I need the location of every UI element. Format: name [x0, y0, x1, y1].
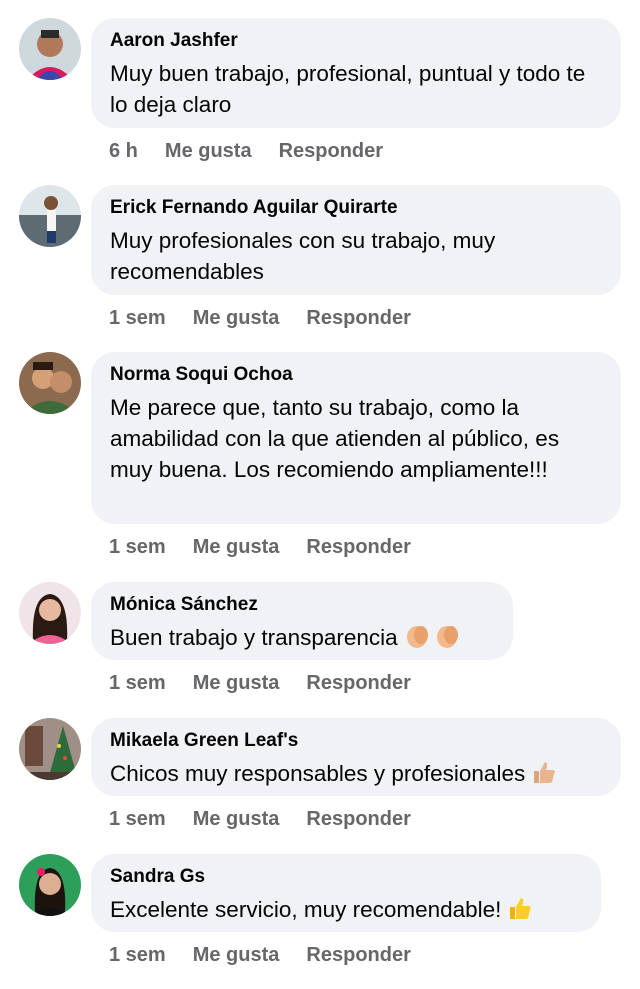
- reply-button[interactable]: Responder: [306, 307, 410, 329]
- comment-bubble: Norma Soqui Ochoa Me parece que, tanto s…: [91, 352, 621, 524]
- comment-actions: 1 sem Me gusta Responder: [109, 307, 438, 330]
- comment-text: Excelente servicio, muy recomendable!: [110, 894, 583, 929]
- comment-actions: 6 h Me gusta Responder: [109, 140, 410, 163]
- comment-text-content: Excelente servicio, muy recomendable!: [110, 897, 502, 922]
- like-button[interactable]: Me gusta: [193, 944, 280, 966]
- comment-text: Buen trabajo y transparencia: [110, 622, 495, 657]
- comment-bubble: Sandra Gs Excelente servicio, muy recome…: [91, 854, 601, 932]
- comment-actions: 1 sem Me gusta Responder: [109, 672, 438, 695]
- comment-actions: 1 sem Me gusta Responder: [109, 944, 438, 967]
- comment-text: Chicos muy responsables y profesionales: [110, 758, 603, 793]
- comment-author[interactable]: Mónica Sánchez: [110, 594, 495, 616]
- comment-timestamp[interactable]: 6 h: [109, 140, 138, 162]
- comment-bubble: Mónica Sánchez Buen trabajo y transparen…: [91, 582, 513, 660]
- reply-button[interactable]: Responder: [306, 944, 410, 966]
- comment-timestamp[interactable]: 1 sem: [109, 307, 166, 329]
- comment-text-content: Chicos muy responsables y profesionales: [110, 761, 526, 786]
- avatar[interactable]: [19, 718, 81, 780]
- comment-timestamp[interactable]: 1 sem: [109, 672, 166, 694]
- comment-text: Me parece que, tanto su trabajo, como la…: [110, 395, 560, 482]
- comment-bubble: Aaron Jashfer Muy buen trabajo, profesio…: [91, 18, 621, 128]
- comment-author[interactable]: Erick Fernando Aguilar Quirarte: [110, 197, 603, 219]
- clapping-hands-icon: [404, 623, 462, 657]
- comment-timestamp[interactable]: 1 sem: [109, 944, 166, 966]
- reply-button[interactable]: Responder: [306, 672, 410, 694]
- thumbs-up-icon: [507, 895, 533, 929]
- like-button[interactable]: Me gusta: [193, 307, 280, 329]
- comment-text: Muy buen trabajo, profesional, puntual y…: [110, 61, 586, 117]
- reply-button[interactable]: Responder: [306, 808, 410, 830]
- comment-actions: 1 sem Me gusta Responder: [109, 808, 438, 831]
- comment-author[interactable]: Aaron Jashfer: [110, 30, 603, 52]
- like-button[interactable]: Me gusta: [193, 672, 280, 694]
- like-button[interactable]: Me gusta: [193, 536, 280, 558]
- comment-bubble: Mikaela Green Leaf's Chicos muy responsa…: [91, 718, 621, 796]
- reply-button[interactable]: Responder: [279, 140, 383, 162]
- avatar[interactable]: [19, 352, 81, 414]
- thumbs-up-icon: [531, 759, 557, 793]
- avatar[interactable]: [19, 854, 81, 916]
- reply-button[interactable]: Responder: [306, 536, 410, 558]
- avatar[interactable]: [19, 18, 81, 80]
- comment-bubble: Erick Fernando Aguilar Quirarte Muy prof…: [91, 185, 621, 295]
- comment-author[interactable]: Mikaela Green Leaf's: [110, 730, 603, 752]
- avatar[interactable]: [19, 582, 81, 644]
- like-button[interactable]: Me gusta: [193, 808, 280, 830]
- comment-timestamp[interactable]: 1 sem: [109, 536, 166, 558]
- comment-author[interactable]: Sandra Gs: [110, 866, 583, 888]
- like-button[interactable]: Me gusta: [165, 140, 252, 162]
- comment-author[interactable]: Norma Soqui Ochoa: [110, 364, 603, 386]
- comment-timestamp[interactable]: 1 sem: [109, 808, 166, 830]
- comment-actions: 1 sem Me gusta Responder: [109, 536, 438, 559]
- avatar[interactable]: [19, 185, 81, 247]
- comment-text-content: Buen trabajo y transparencia: [110, 625, 398, 650]
- comment-text: Muy profesionales con su trabajo, muy re…: [110, 228, 496, 284]
